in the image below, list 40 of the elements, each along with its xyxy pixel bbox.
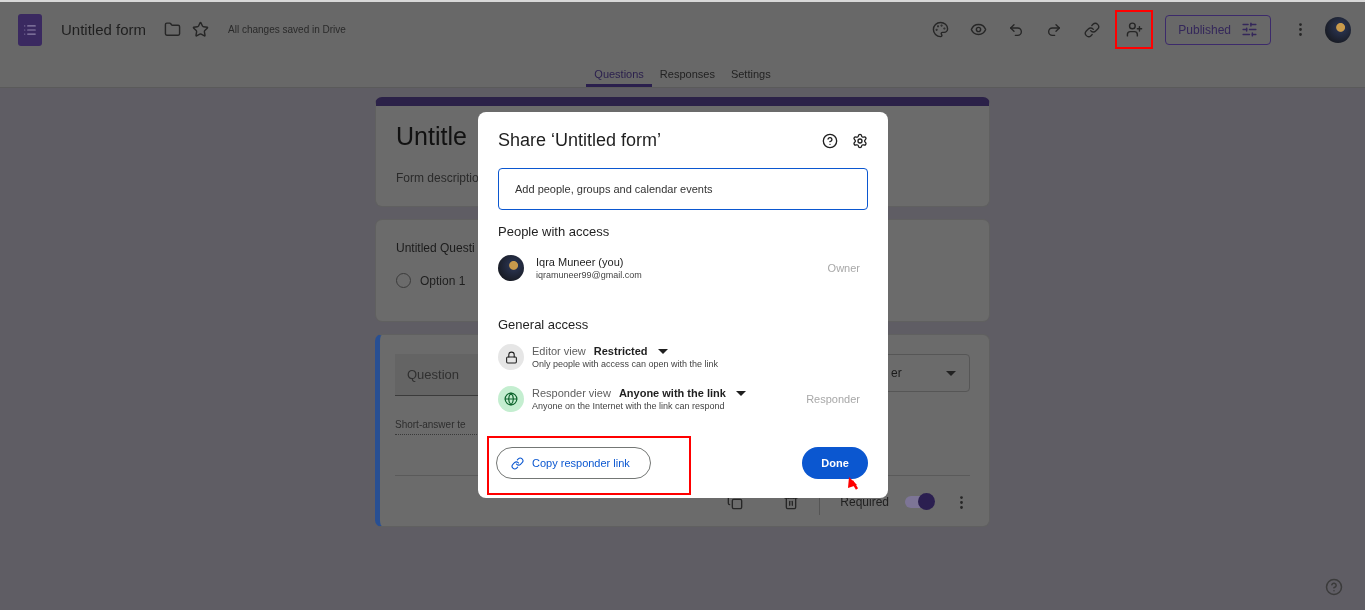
section-heading: People with access: [498, 224, 611, 239]
section-heading: General access: [498, 317, 590, 332]
access-dropdown[interactable]: Anyone with the link: [618, 387, 746, 399]
access-label: Responder view: [532, 387, 611, 399]
help-icon[interactable]: [822, 132, 838, 149]
forms-logo-icon[interactable]: [18, 13, 42, 46]
question-title: Untitled Questi: [396, 241, 475, 255]
person-email: iqramuneer99@gmail.com: [536, 270, 643, 280]
person-name: Iqra Muneer (you): [536, 256, 625, 268]
form-title: Untitled form: [61, 21, 147, 38]
role-label: Responder: [806, 393, 860, 405]
caret-icon: [657, 348, 668, 354]
role-label: Owner: [827, 262, 860, 274]
option-label: Option 1: [420, 273, 466, 288]
tab[interactable]: Responses: [651, 57, 723, 87]
access-description: Only people with access can open with the link: [532, 359, 720, 369]
sliders-icon: [1241, 21, 1258, 38]
done-button[interactable]: Done: [802, 447, 868, 479]
settings-icon[interactable]: [852, 132, 868, 149]
add-people-field[interactable]: Add people, groups and calendar events: [498, 168, 868, 210]
copy-link-button[interactable]: Copy responder link: [496, 447, 651, 479]
dialog-title: Share ‘Untitled form’: [498, 130, 662, 151]
avatar[interactable]: [1325, 16, 1351, 43]
form-description: Form descriptio: [396, 171, 479, 185]
access-description: Anyone on the Internet with the link can respond: [532, 401, 726, 411]
caret-icon: [945, 370, 956, 376]
globe-icon: [504, 392, 518, 406]
tab[interactable]: Questions: [586, 57, 652, 87]
required-label: Required: [840, 495, 889, 509]
save-status: All changes saved in Drive: [228, 24, 346, 35]
lock-icon: [504, 350, 518, 364]
access-label: Editor view: [532, 345, 586, 357]
published-button[interactable]: Published: [1165, 14, 1271, 45]
required-toggle[interactable]: [905, 496, 933, 508]
access-dropdown[interactable]: Restricted: [593, 345, 668, 357]
form-heading: Untitle: [396, 122, 467, 151]
caret-icon: [735, 390, 746, 396]
link-icon: [511, 456, 524, 470]
tab[interactable]: Settings: [722, 57, 779, 87]
avatar: [498, 255, 524, 281]
